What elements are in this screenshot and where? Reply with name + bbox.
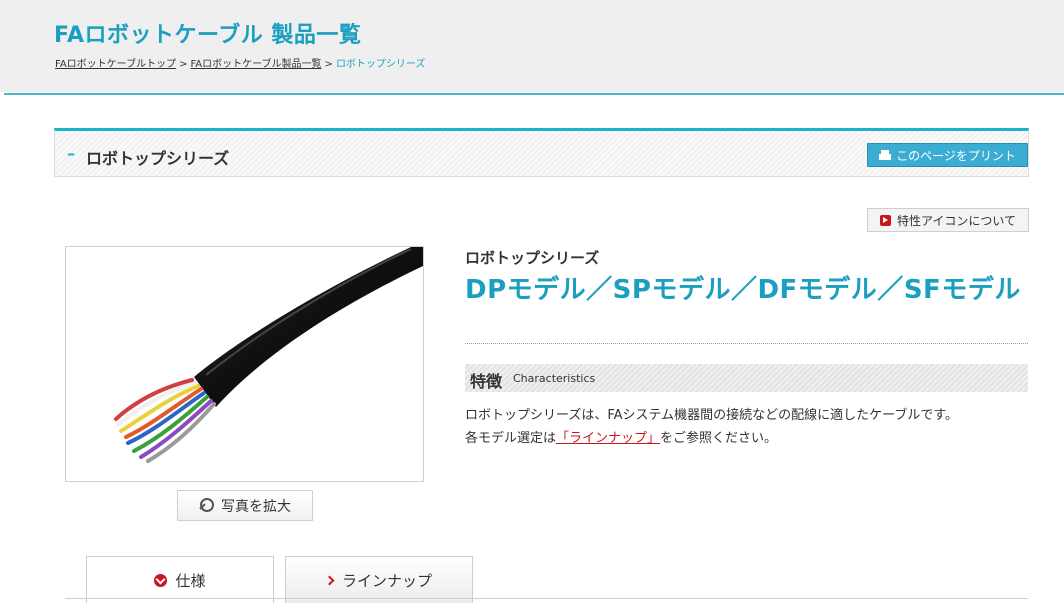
chevron-right-icon — [326, 576, 334, 584]
characteristics-heading-en: Characteristics — [513, 372, 596, 385]
zoom-button-label: 写真を拡大 — [221, 498, 291, 515]
title-part: DF — [757, 275, 798, 305]
title-part: モデル — [941, 275, 1021, 305]
arrow-right-icon — [879, 214, 891, 226]
lineup-link[interactable]: 「ラインナップ」 — [556, 431, 660, 446]
feature-icons-label: 特性アイコンについて — [896, 213, 1017, 228]
title-part: モデル／ — [797, 275, 904, 305]
tab-lineup-label: ラインナップ — [341, 571, 432, 590]
characteristics-text: ロボトップシリーズは、FAシステム機器間の接続などの配線に適したケーブルです。 … — [465, 404, 958, 450]
breadcrumb-separator: > — [179, 59, 188, 70]
product-title: DPモデル／SPモデル／DFモデル／SFモデル — [465, 272, 1025, 308]
breadcrumb-link-top[interactable]: FAロボットケーブルトップ — [55, 59, 176, 70]
product-photo[interactable] — [65, 246, 424, 482]
title-part: モデル／ — [506, 275, 613, 305]
section-title: ロボトップシリーズ — [86, 149, 230, 168]
characteristics-heading: 特徴 Characteristics — [465, 364, 1028, 392]
breadcrumb-link-products[interactable]: FAロボットケーブル製品一覧 — [190, 59, 321, 70]
characteristics-heading-jp: 特徴 — [470, 372, 503, 391]
tab-spec[interactable]: 仕様 — [86, 556, 274, 603]
breadcrumb: FAロボットケーブルトップ > FAロボットケーブル製品一覧 > ロボトップシリーズ — [55, 55, 425, 70]
characteristics-line-2: 各モデル選定は「ラインナップ」をご参照ください。 — [465, 427, 958, 450]
header-divider — [4, 93, 1064, 95]
line2-suffix: をご参照ください。 — [660, 431, 778, 446]
title-part: SP — [612, 275, 652, 305]
chevron-down-icon — [154, 573, 168, 587]
feature-icons-button[interactable]: 特性アイコンについて — [867, 208, 1029, 232]
characteristics-line-1: ロボトップシリーズは、FAシステム機器間の接続などの配線に適したケーブルです。 — [465, 408, 959, 423]
printer-icon — [879, 150, 892, 160]
magnifier-icon — [199, 497, 215, 514]
section-header: – ロボトップシリーズ このページをプリント — [54, 128, 1029, 177]
zoom-photo-button[interactable]: 写真を拡大 — [177, 490, 313, 521]
breadcrumb-separator: > — [324, 59, 333, 70]
tab-lineup[interactable]: ラインナップ — [285, 556, 473, 603]
print-page-button[interactable]: このページをプリント — [867, 143, 1028, 167]
breadcrumb-current: ロボトップシリーズ — [335, 59, 426, 70]
title-part: DP — [465, 275, 507, 305]
section-dash-icon: – — [67, 144, 75, 163]
title-divider — [465, 343, 1028, 344]
tab-baseline — [65, 598, 1028, 599]
site-title: FAロボットケーブル 製品一覧 — [54, 23, 362, 48]
title-part: モデル／ — [651, 275, 758, 305]
cable-image — [114, 247, 423, 463]
title-part: SF — [903, 275, 942, 305]
product-series-label: ロボトップシリーズ — [465, 249, 600, 267]
print-button-label: このページをプリント — [896, 148, 1016, 163]
tab-spec-label: 仕様 — [175, 571, 206, 590]
line2-prefix: 各モデル選定は — [465, 431, 557, 446]
